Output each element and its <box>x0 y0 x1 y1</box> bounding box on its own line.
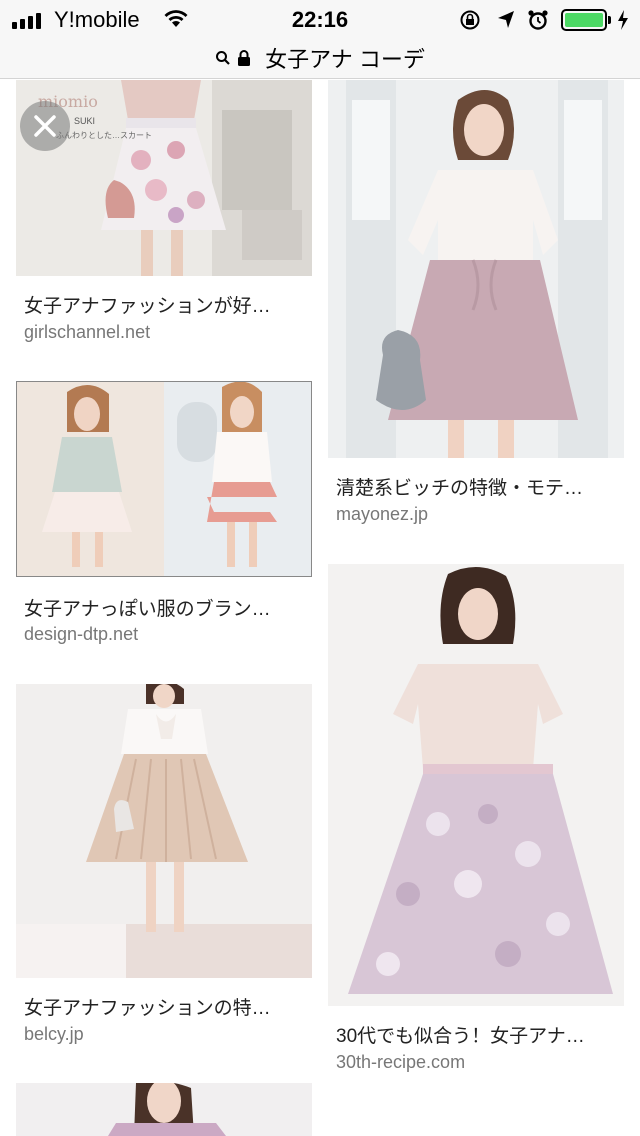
result-thumbnail-image <box>17 382 311 576</box>
status-bar: Y!mobile 22:16 <box>0 0 640 40</box>
result-thumbnail-image <box>328 80 624 458</box>
result-thumbnail-image <box>16 684 312 978</box>
charging-icon <box>618 10 628 30</box>
result-thumbnail[interactable] <box>16 1083 312 1136</box>
result-domain: girlschannel.net <box>24 322 151 342</box>
result-domain: mayonez.jp <box>336 504 429 524</box>
signal-icon <box>12 13 41 29</box>
result-thumbnail[interactable] <box>328 80 624 458</box>
alarm-icon <box>528 10 548 30</box>
page-title: 女子アナ コーデ <box>265 47 425 72</box>
result-thumbnail-image <box>16 1083 312 1136</box>
result-domain: 30th-recipe.com <box>336 1052 466 1072</box>
carrier-name: Y!mobile <box>54 7 140 32</box>
wifi-icon <box>164 10 188 27</box>
result-domain: belcy.jp <box>24 1024 84 1044</box>
result-caption[interactable]: 30代でも似合う！女子アナ… <box>336 1021 585 1048</box>
url-bar[interactable]: 女子アナ コーデ <box>0 40 640 79</box>
thumb-note-text: ふんわりとした…スカート <box>56 131 152 140</box>
battery-nub <box>608 16 611 24</box>
close-button[interactable] <box>20 101 70 151</box>
result-thumbnail[interactable] <box>16 684 312 978</box>
result-domain: design-dtp.net <box>24 624 139 644</box>
location-arrow-icon <box>498 11 514 28</box>
search-icon <box>216 51 230 65</box>
close-icon <box>34 115 56 137</box>
orientation-lock-icon <box>460 10 480 30</box>
lock-icon <box>238 50 251 66</box>
result-caption[interactable]: 女子アナファッションが好… <box>24 291 271 318</box>
result-thumbnail-image <box>328 564 624 1006</box>
result-thumbnail[interactable] <box>16 381 312 577</box>
thumb-brand-text: SUKI <box>74 116 96 126</box>
result-caption[interactable]: 女子アナファッションの特… <box>24 993 271 1020</box>
battery-icon <box>561 9 607 31</box>
result-caption[interactable]: 女子アナっぽい服のブラン… <box>24 594 271 621</box>
result-caption[interactable]: 清楚系ビッチの特徴・モテ… <box>336 473 583 500</box>
result-thumbnail[interactable] <box>328 564 624 1006</box>
